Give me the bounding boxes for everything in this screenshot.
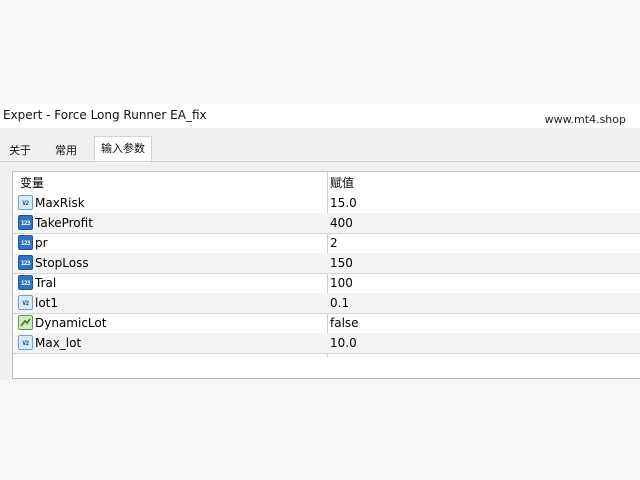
- variable-name-cell: 123 Tral: [15, 273, 325, 293]
- window-title-bar: Expert - Force Long Runner EA_fix www.mt…: [0, 104, 640, 128]
- variable-value[interactable]: 150: [330, 253, 630, 273]
- integer-type-icon: 123: [18, 215, 33, 230]
- table-row[interactable]: V2 MaxRisk 15.0: [13, 193, 640, 214]
- input-parameters-table: 变量 赋值 V2 MaxRisk 15.0 123 TakeProfit 400…: [12, 171, 640, 379]
- table-row[interactable]: V2 Max_lot 10.0: [13, 333, 640, 354]
- double-type-icon: V2: [18, 335, 33, 350]
- variable-name-cell: V2 MaxRisk: [15, 193, 325, 213]
- variable-value[interactable]: 0.1: [330, 293, 630, 313]
- variable-name: DynamicLot: [35, 316, 107, 330]
- variable-value[interactable]: 400: [330, 213, 630, 233]
- boolean-type-icon: [18, 315, 33, 330]
- dialog-panel: 关于 常用 输入参数 变量 赋值 V2 MaxRisk 15.0 123 Tak…: [0, 128, 640, 380]
- table-row[interactable]: V2 lot1 0.1: [13, 293, 640, 314]
- watermark-text: www.mt4.shop: [544, 113, 626, 126]
- variable-value[interactable]: 100: [330, 273, 630, 293]
- table-row[interactable]: 123 StopLoss 150: [13, 253, 640, 274]
- variable-value[interactable]: 10.0: [330, 333, 630, 353]
- variable-name: Tral: [35, 276, 57, 290]
- table-row[interactable]: 123 Tral 100: [13, 273, 640, 294]
- variable-value[interactable]: false: [330, 313, 630, 333]
- tab-bar: 关于 常用 输入参数: [0, 136, 640, 163]
- variable-name-cell: 123 TakeProfit: [15, 213, 325, 233]
- variable-name-cell: V2 lot1: [15, 293, 325, 313]
- double-type-icon: V2: [18, 295, 33, 310]
- tab-common[interactable]: 常用: [51, 141, 81, 161]
- header-value[interactable]: 赋值: [330, 172, 630, 192]
- window-title: Expert - Force Long Runner EA_fix: [3, 108, 207, 122]
- variable-value[interactable]: 2: [330, 233, 630, 253]
- variable-name: pr: [35, 236, 48, 250]
- double-type-icon: V2: [18, 195, 33, 210]
- variable-name: StopLoss: [35, 256, 89, 270]
- variable-name-cell: 123 pr: [15, 233, 325, 253]
- table-row[interactable]: DynamicLot false: [13, 313, 640, 334]
- variable-name: MaxRisk: [35, 196, 85, 210]
- table-row[interactable]: 123 pr 2: [13, 233, 640, 254]
- variable-name-cell: V2 Max_lot: [15, 333, 325, 353]
- variable-name: lot1: [35, 296, 59, 310]
- table-row[interactable]: 123 TakeProfit 400: [13, 213, 640, 234]
- integer-type-icon: 123: [18, 235, 33, 250]
- tab-inputs[interactable]: 输入参数: [94, 136, 152, 163]
- tab-about[interactable]: 关于: [5, 141, 35, 161]
- header-variable[interactable]: 变量: [20, 172, 330, 192]
- integer-type-icon: 123: [18, 275, 33, 290]
- variable-name: TakeProfit: [35, 216, 93, 230]
- table-header: 变量 赋值: [13, 172, 640, 193]
- integer-type-icon: 123: [18, 255, 33, 270]
- variable-value[interactable]: 15.0: [330, 193, 630, 213]
- variable-name: Max_lot: [35, 336, 82, 350]
- tab-divider: [0, 161, 640, 162]
- variable-name-cell: DynamicLot: [15, 313, 325, 333]
- variable-name-cell: 123 StopLoss: [15, 253, 325, 273]
